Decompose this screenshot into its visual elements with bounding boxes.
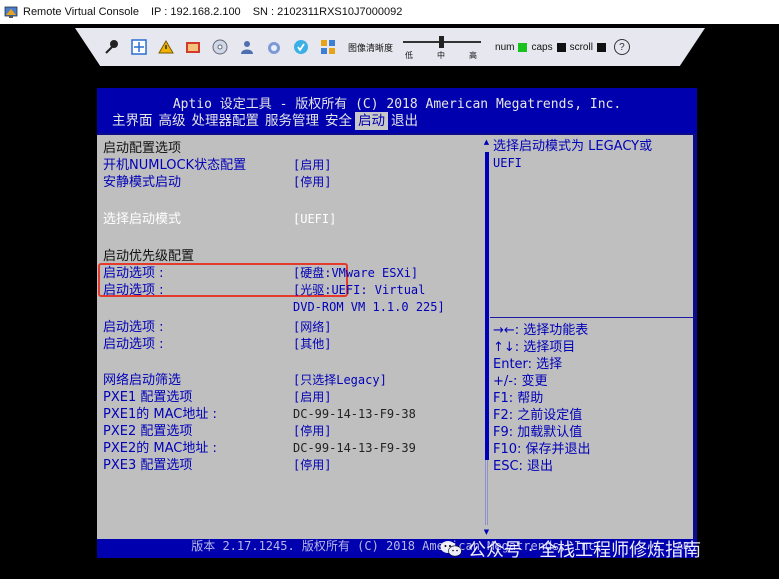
quality-low-label: 低 [405,51,414,60]
key-help-item: F2: 之前设定值 [493,408,583,423]
keyboard-icon[interactable] [265,38,283,56]
key-help-item: F9: 加载默认值 [493,425,583,440]
watermark-text: 公众号 · 全栈工程师修炼指南 [468,540,702,561]
setting-label: 安静模式启动 [103,175,182,190]
setting-label: PXE1的 MAC地址 : [103,407,217,422]
key-help-item: F1: 帮助 [493,391,544,406]
help-description-line2: UEFI [493,156,522,170]
setting-value: DC-99-14-13-F9-39 [293,441,416,455]
setting-label: 启动选项 : [103,337,164,352]
setting-label: PXE2的 MAC地址 : [103,441,217,456]
help-divider [490,317,693,318]
lock-status: num caps scroll ? [495,39,630,55]
screenshot-icon[interactable] [184,38,202,56]
setting-value: [硬盘:VMware ESXi] [293,266,419,280]
setting-value: DC-99-14-13-F9-38 [293,407,416,421]
key-help-item: ↑↓: 选择项目 [493,340,576,355]
num-lock-indicator [518,42,528,52]
key-help-item: Enter: 选择 [493,357,563,372]
ip-address: IP : 192.168.2.100 [150,6,241,18]
setting-value: [其他] [293,337,332,351]
wechat-icon [440,541,462,557]
help-panel: 选择启动模式为 LEGACY或 UEFI →←: 选择功能表 ↑↓: 选择项目 En… [490,135,693,539]
setting-label: 网络启动筛选 [103,373,182,388]
key-help-item: F10: 保存并退出 [493,442,591,457]
scrollbar-thumb[interactable] [485,152,489,460]
setting-label: PXE2 配置选项 [103,424,193,439]
setting-value: [UEFI] [293,212,337,226]
window-titlebar: Remote Virtual Console IP : 192.168.2.10… [0,0,779,24]
console-app-icon [4,6,18,18]
disc-icon[interactable] [211,38,229,56]
tab-2[interactable]: 处理器配置 [189,112,263,130]
tab-4[interactable]: 安全 [322,112,355,130]
scrollbar-remaining [485,460,489,525]
setting-label: 启动选项 : [103,283,164,298]
scroll-down-arrow-icon[interactable]: ▼ [483,528,490,536]
serial-number: SN : 2102311RXS10J7000092 [252,6,403,18]
console-toolbar: 图像清晰度 低 中 高 num caps scroll ? [75,28,705,66]
quality-mid-label: 中 [437,51,446,60]
setting-value: [启用] [293,158,332,172]
setting-label: 选择启动模式 [103,212,182,227]
setting-value: [停用] [293,424,332,438]
window-title: Remote Virtual Console [23,6,139,18]
quality-high-label: 高 [469,51,478,60]
tab-3[interactable]: 服务管理 [262,112,322,130]
scroll-up-arrow-icon[interactable]: ▲ [483,138,490,146]
setting-label: 启动优先级配置 [103,249,195,264]
setting-value: [启用] [293,390,332,404]
setting-value: [光驱:UEFI: Virtual [293,283,426,297]
help-icon[interactable]: ? [613,39,630,55]
scroll-lock-indicator [596,42,606,52]
tab-0[interactable]: 主界面 [109,112,156,130]
quality-knob[interactable] [439,36,445,48]
bios-tab-bar: 主界面 高级 处理器配置 服务管理 安全 启动 退出 [109,112,421,130]
num-lock-label: num [495,41,515,53]
bios-header: Aptio 设定工具 - 版权所有 (C) 2018 American Mega… [97,88,697,133]
setting-label: 启动配置选项 [103,141,182,156]
caps-lock-indicator [556,42,566,52]
setting-label: PXE3 配置选项 [103,458,193,473]
bios-setup-window[interactable]: Aptio 设定工具 - 版权所有 (C) 2018 American Mega… [97,88,697,554]
tab-1[interactable]: 高级 [156,112,189,130]
pin-icon[interactable] [103,38,121,56]
key-help-item: ESC: 退出 [493,459,554,474]
setting-value: [只选择Legacy] [293,373,387,387]
setting-label: PXE1 配置选项 [103,390,193,405]
caps-lock-label: caps [531,41,553,53]
setting-value: DVD-ROM VM 1.1.0 225] [293,300,445,314]
key-help-item: →←: 选择功能表 [493,323,589,338]
boot-settings-panel: 启动配置选项开机NUMLOCK状态配置 [启用] 安静模式启动 [停用] 选择启动模式 [… [97,135,483,539]
fit-screen-icon[interactable] [130,38,148,56]
setting-label: 启动选项 : [103,320,164,335]
scroll-lock-label: scroll [569,41,593,53]
settings-grid-icon[interactable] [319,38,337,56]
console-screen[interactable]: 图像清晰度 低 中 高 num caps scroll ? Aptio 设定工具… [0,24,779,579]
users-icon[interactable] [238,38,256,56]
power-icon[interactable] [292,38,310,56]
setting-label: 启动选项 : [103,266,164,281]
tab-5[interactable]: 启动 [355,112,388,130]
quality-slider[interactable]: 低 中 高 [403,32,482,62]
bios-title: Aptio 设定工具 - 版权所有 (C) 2018 American Mega… [172,97,622,112]
quality-label: 图像清晰度 [348,43,394,54]
watermark: 公众号 · 全栈工程师修炼指南 [440,536,701,562]
setting-value: [停用] [293,458,332,472]
key-help-item: +/-: 变更 [493,374,548,389]
setting-value: [网络] [293,320,332,334]
setting-label: 开机NUMLOCK状态配置 [103,158,247,173]
warning-icon[interactable] [157,38,175,56]
tab-6[interactable]: 退出 [388,112,421,130]
setting-value: [停用] [293,175,332,189]
help-description-line1: 选择启动模式为 LEGACY或 [493,139,653,154]
